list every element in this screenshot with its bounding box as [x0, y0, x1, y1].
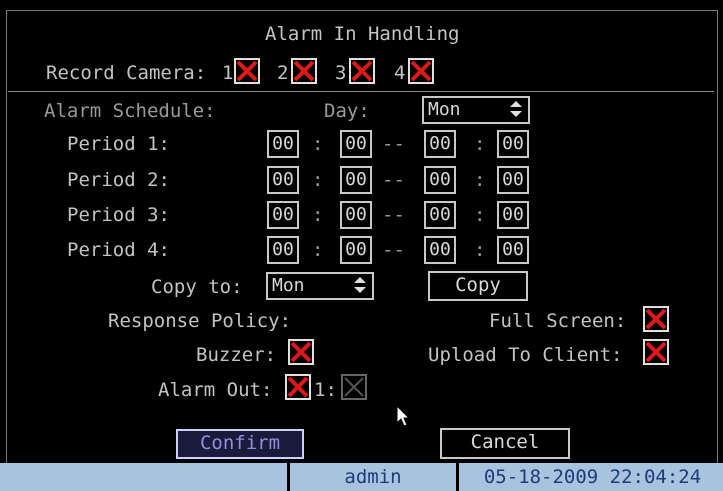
copy-button[interactable]: Copy: [428, 271, 528, 301]
alarm-out-1-checkbox[interactable]: [341, 374, 367, 400]
time-colon: :: [474, 133, 486, 155]
dvr-screen: Alarm In Handling Record Camera: 1 2 3 4…: [0, 0, 723, 491]
response-policy-label: Response Policy:: [108, 310, 292, 332]
camera-2-label: 2: [277, 62, 289, 84]
x-check-icon: [645, 308, 667, 330]
dialog-title: Alarm In Handling: [265, 23, 460, 45]
x-check-icon: [290, 341, 312, 363]
divider: [8, 91, 714, 92]
period-start-minute[interactable]: 00: [340, 166, 372, 194]
status-user: admin: [344, 466, 402, 488]
x-check-icon: [287, 376, 309, 398]
day-label: Day:: [324, 100, 370, 122]
period-end-hour[interactable]: 00: [424, 236, 456, 264]
period-start-minute[interactable]: 00: [340, 236, 372, 264]
period-label: Period 2:: [67, 169, 170, 191]
camera-3-checkbox[interactable]: [349, 58, 375, 84]
status-datetime: 05-18-2009 22:04:24: [483, 466, 702, 488]
period-start-hour[interactable]: 00: [267, 236, 299, 264]
time-dash: --: [382, 133, 405, 155]
camera-1-checkbox[interactable]: [234, 58, 260, 84]
day-select[interactable]: Mon: [422, 96, 530, 124]
updown-arrow-icon: [354, 277, 366, 293]
alarm-out-label: Alarm Out:: [158, 379, 273, 401]
period-label: Period 4:: [67, 239, 170, 261]
period-end-hour[interactable]: 00: [424, 166, 456, 194]
status-bar: admin 05-18-2009 22:04:24: [0, 463, 723, 491]
time-colon: :: [312, 133, 324, 155]
period-end-hour[interactable]: 00: [424, 130, 456, 158]
x-check-icon: [236, 60, 258, 82]
time-colon: :: [474, 169, 486, 191]
period-end-minute[interactable]: 00: [497, 130, 529, 158]
upload-to-client-label: Upload To Client:: [428, 344, 623, 366]
time-colon: :: [474, 204, 486, 226]
cancel-button[interactable]: Cancel: [440, 428, 570, 459]
time-dash: --: [382, 169, 405, 191]
full-screen-checkbox[interactable]: [643, 306, 669, 332]
updown-arrow-icon: [510, 101, 522, 117]
time-colon: :: [312, 169, 324, 191]
period-end-hour[interactable]: 00: [424, 201, 456, 229]
x-check-icon: [645, 341, 667, 363]
full-screen-label: Full Screen:: [489, 310, 627, 332]
alarm-out-1-label: 1:: [314, 379, 337, 401]
confirm-button[interactable]: Confirm: [176, 429, 304, 459]
buzzer-checkbox[interactable]: [288, 339, 314, 365]
mouse-cursor-icon: [397, 406, 411, 427]
period-end-minute[interactable]: 00: [497, 166, 529, 194]
record-camera-label: Record Camera:: [46, 62, 207, 84]
time-colon: :: [474, 239, 486, 261]
x-check-icon: [351, 60, 373, 82]
period-end-minute[interactable]: 00: [497, 201, 529, 229]
x-check-icon: [293, 60, 315, 82]
status-separator: [456, 463, 459, 491]
time-dash: --: [382, 239, 405, 261]
period-label: Period 3:: [67, 204, 170, 226]
period-start-hour[interactable]: 00: [267, 166, 299, 194]
time-colon: :: [312, 239, 324, 261]
day-select-value: Mon: [428, 99, 461, 120]
time-colon: :: [312, 204, 324, 226]
camera-4-checkbox[interactable]: [408, 58, 434, 84]
camera-2-checkbox[interactable]: [291, 58, 317, 84]
time-dash: --: [382, 204, 405, 226]
period-start-minute[interactable]: 00: [340, 130, 372, 158]
copy-to-label: Copy to:: [151, 276, 243, 298]
period-label: Period 1:: [67, 133, 170, 155]
period-end-minute[interactable]: 00: [497, 236, 529, 264]
copy-to-select[interactable]: Mon: [266, 272, 374, 300]
copy-to-select-value: Mon: [272, 275, 305, 296]
period-start-hour[interactable]: 00: [267, 201, 299, 229]
camera-3-label: 3: [335, 62, 347, 84]
period-start-minute[interactable]: 00: [340, 201, 372, 229]
period-start-hour[interactable]: 00: [267, 130, 299, 158]
x-check-icon: [344, 377, 364, 397]
camera-1-label: 1: [222, 62, 234, 84]
camera-4-label: 4: [394, 62, 406, 84]
alarm-schedule-label: Alarm Schedule:: [44, 100, 216, 122]
x-check-icon: [410, 60, 432, 82]
alarm-out-checkbox[interactable]: [285, 374, 311, 400]
upload-to-client-checkbox[interactable]: [643, 339, 669, 365]
buzzer-label: Buzzer:: [196, 344, 277, 366]
